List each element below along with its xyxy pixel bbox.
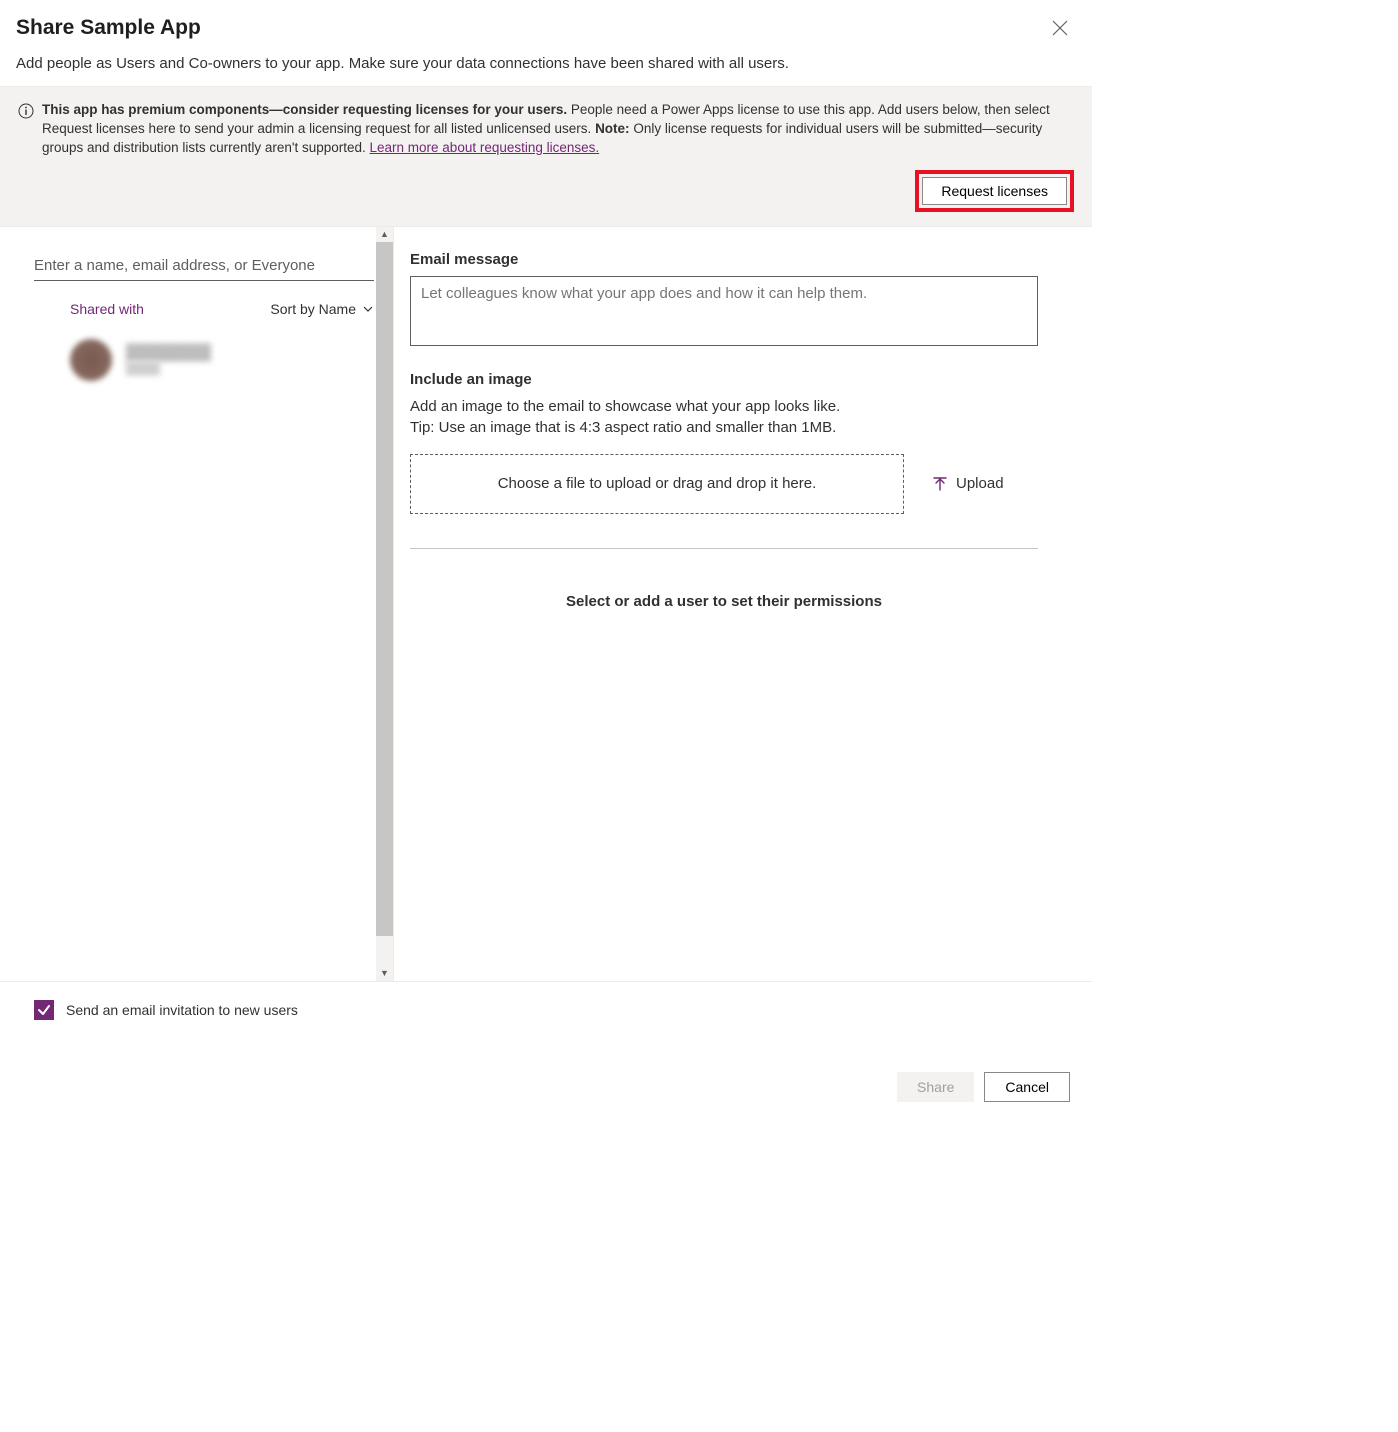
image-desc-line-1: Add an image to the email to showcase wh… [410, 396, 1062, 417]
check-icon [37, 1003, 51, 1017]
info-banner: This app has premium components—consider… [0, 86, 1092, 227]
avatar [70, 339, 112, 381]
shared-with-label: Shared with [70, 301, 144, 317]
info-icon [18, 103, 34, 119]
divider [410, 548, 1038, 549]
include-image-label: Include an image [410, 371, 1062, 388]
close-button[interactable] [1048, 16, 1072, 43]
email-message-label: Email message [410, 251, 1062, 268]
scrollbar[interactable]: ▲ ▼ [376, 227, 393, 981]
send-email-checkbox[interactable] [34, 1000, 54, 1020]
sort-label-text: Sort by Name [270, 301, 356, 317]
upload-button[interactable]: Upload [932, 475, 1004, 492]
people-search-input[interactable] [34, 253, 374, 281]
list-item[interactable]: ████████ ████ [70, 339, 363, 381]
request-licenses-button[interactable]: Request licenses [922, 177, 1067, 205]
chevron-down-icon [362, 303, 374, 315]
close-icon [1052, 20, 1068, 36]
scroll-thumb[interactable] [376, 242, 393, 936]
user-sub-redacted: ████ [126, 361, 211, 375]
send-email-label: Send an email invitation to new users [66, 1002, 298, 1018]
request-licenses-highlight: Request licenses [915, 170, 1074, 212]
permissions-prompt: Select or add a user to set their permis… [410, 593, 1038, 610]
image-desc-line-2: Tip: Use an image that is 4:3 aspect rat… [410, 417, 1062, 438]
banner-lead-bold: This app has premium components—consider… [42, 102, 567, 117]
page-subtitle: Add people as Users and Co-owners to you… [0, 43, 1092, 86]
sort-button[interactable]: Sort by Name [270, 301, 374, 317]
user-name-redacted: ████████ [126, 344, 211, 361]
email-message-input[interactable] [410, 276, 1038, 346]
share-button[interactable]: Share [897, 1072, 974, 1102]
scroll-up-arrow[interactable]: ▲ [380, 227, 389, 242]
page-title: Share Sample App [16, 16, 201, 40]
banner-learn-more-link[interactable]: Learn more about requesting licenses. [370, 140, 600, 155]
file-dropzone[interactable]: Choose a file to upload or drag and drop… [410, 454, 904, 514]
upload-icon [932, 476, 948, 492]
scroll-down-arrow[interactable]: ▼ [380, 966, 389, 981]
dropzone-text: Choose a file to upload or drag and drop… [498, 475, 817, 492]
cancel-button[interactable]: Cancel [984, 1072, 1070, 1102]
banner-note-label: Note: [595, 121, 630, 136]
upload-label: Upload [956, 475, 1004, 492]
